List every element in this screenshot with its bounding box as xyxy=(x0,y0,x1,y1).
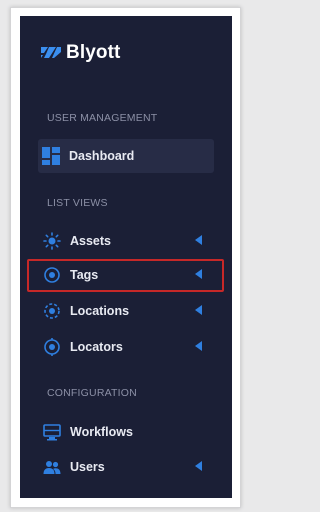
users-icon xyxy=(43,458,61,476)
locations-icon xyxy=(43,302,61,320)
sidebar-item-label: Workflows xyxy=(70,425,133,439)
brand-name: Blyott xyxy=(66,42,121,63)
sidebar-item-label: Users xyxy=(70,460,105,474)
section-label-user-management: USER MANAGEMENT xyxy=(47,112,158,124)
section-label-list-views: LIST VIEWS xyxy=(47,197,108,209)
sidebar-item-dashboard[interactable]: Dashboard xyxy=(38,139,214,173)
expand-arrow-icon[interactable] xyxy=(195,341,202,351)
sidebar-item-label: Locations xyxy=(70,304,130,318)
highlight-box xyxy=(27,259,224,292)
section-label-configuration: CONFIGURATION xyxy=(47,387,137,399)
expand-arrow-icon[interactable] xyxy=(195,235,202,245)
dashboard-icon xyxy=(42,147,60,165)
sidebar-item-assets[interactable]: Assets xyxy=(20,224,214,258)
expand-arrow-icon[interactable] xyxy=(195,305,202,315)
sidebar-item-label: Assets xyxy=(70,234,111,248)
sidebar-item-locators[interactable]: Locators xyxy=(20,330,214,364)
assets-icon xyxy=(43,232,61,250)
blyott-logo-icon xyxy=(41,47,61,58)
sidebar-item-workflows[interactable]: Workflows xyxy=(20,415,214,449)
sidebar-item-label: Dashboard xyxy=(69,149,135,163)
brand[interactable]: Blyott xyxy=(40,42,120,64)
sidebar-item-users[interactable]: Users xyxy=(20,450,214,484)
locators-icon xyxy=(43,338,61,356)
sidebar-item-label: Locators xyxy=(70,340,123,354)
sidebar-item-locations[interactable]: Locations xyxy=(20,294,214,328)
workflows-icon xyxy=(43,423,61,441)
expand-arrow-icon[interactable] xyxy=(195,461,202,471)
